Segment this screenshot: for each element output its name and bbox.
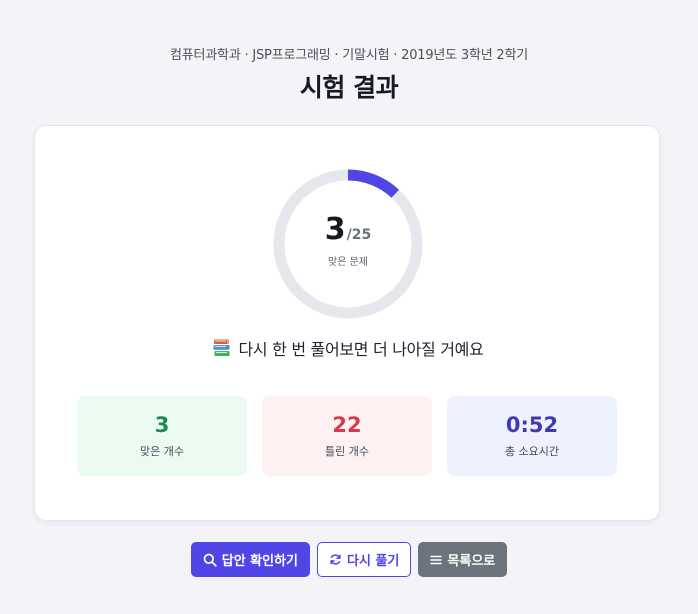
stat-correct-count: 3 맞은 개수 [77,396,247,476]
score-gauge: 3 /25 맞은 문제 [272,168,424,320]
breadcrumb: 컴퓨터과학과 · JSP프로그래밍 · 기말시험 · 2019년도 3학년 2학… [170,48,528,63]
back-to-list-label: 목록으로 [447,554,496,569]
gauge-caption: 맞은 문제 [328,257,368,268]
retry-label: 다시 풀기 [347,554,400,569]
stat-value: 22 [332,413,362,437]
result-message-text: 다시 한 번 풀어보면 더 나아질 거예요 [238,340,484,359]
back-to-list-button[interactable]: 목록으로 [418,542,508,577]
stat-label: 총 소요시간 [504,445,560,458]
stat-value: 3 [154,413,170,437]
gauge-center: 3 /25 맞은 문제 [272,168,424,320]
score-correct: 3 [324,212,346,247]
score-line: 3 /25 [325,212,371,247]
retry-button[interactable]: 다시 풀기 [317,542,412,577]
books-icon [213,339,230,356]
stat-wrong-count: 22 틀린 개수 [262,396,432,476]
score-total: /25 [346,227,372,243]
list-icon [430,555,443,564]
stat-label: 틀린 개수 [325,445,369,458]
stat-total-time: 0:52 총 소요시간 [447,396,617,476]
check-answers-label: 답안 확인하기 [221,554,299,569]
stat-label: 맞은 개수 [140,445,184,458]
search-icon [203,553,217,567]
check-answers-button[interactable]: 답안 확인하기 [190,542,311,577]
refresh-icon [330,554,341,565]
page-title: 시험 결과 [299,73,399,102]
stats-row: 3 맞은 개수 22 틀린 개수 0:52 총 소요시간 [77,396,617,476]
result-message: 다시 한 번 풀어보면 더 나아질 거예요 [35,336,661,360]
result-card: 3 /25 맞은 문제 다시 한 번 풀어보면 더 나아질 거예요 3 맞은 개… [34,125,660,521]
stat-value: 0:52 [505,413,559,437]
action-bar: 답안 확인하기 다시 풀기 목록으로 [0,542,698,577]
